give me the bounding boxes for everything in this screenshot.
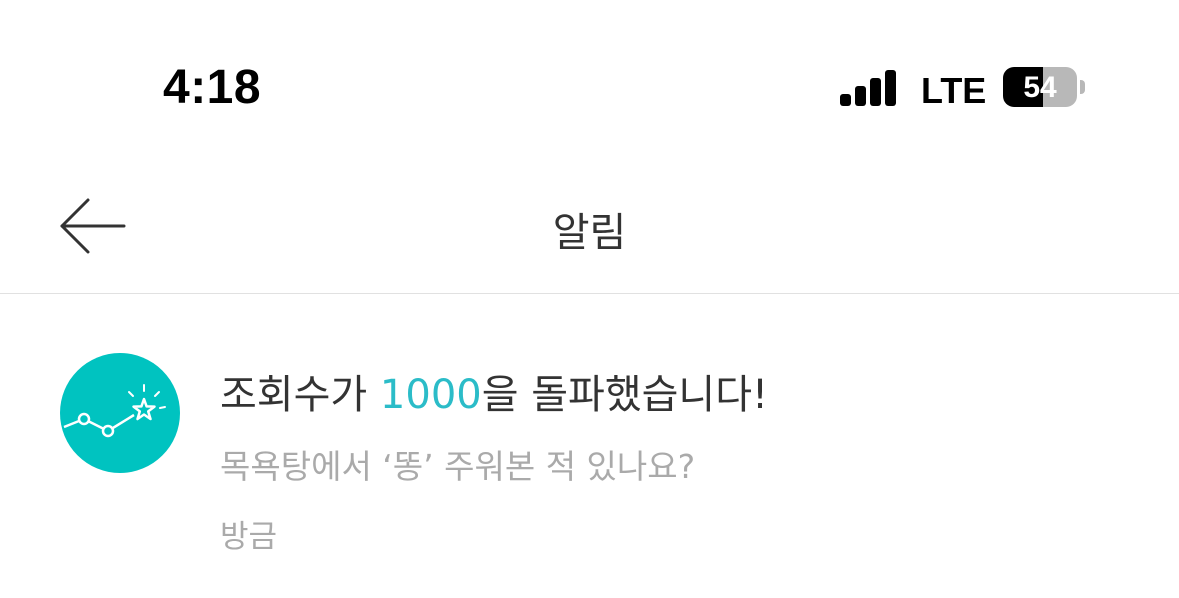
battery-icon: 54 (1003, 67, 1077, 107)
notification-title: 조회수가 1000을 돌파했습니다! (220, 362, 768, 420)
status-time: 4:18 (163, 61, 262, 114)
notification-subtitle: 목욕탕에서 ‘똥’ 주워본 적 있나요? (220, 447, 696, 486)
view-count: 1000 (379, 372, 482, 418)
battery-nub (1080, 80, 1085, 94)
signal-icon (840, 70, 896, 106)
notification-item[interactable]: 조회수가 1000을 돌파했습니다! 목욕탕에서 ‘똥’ 주워본 적 있나요? … (0, 294, 1179, 598)
header-bar: 알림 (0, 150, 1179, 294)
battery-level: 54 (1023, 71, 1057, 104)
title-suffix: 을 돌파했습니다! (481, 372, 769, 418)
notification-time: 방금 (220, 519, 278, 555)
page-title: 알림 (552, 210, 627, 256)
chart-star-icon (60, 353, 180, 473)
network-type: LTE (921, 70, 987, 111)
status-bar: 4:18 LTE 54 (0, 0, 1179, 150)
title-prefix: 조회수가 (220, 372, 380, 418)
